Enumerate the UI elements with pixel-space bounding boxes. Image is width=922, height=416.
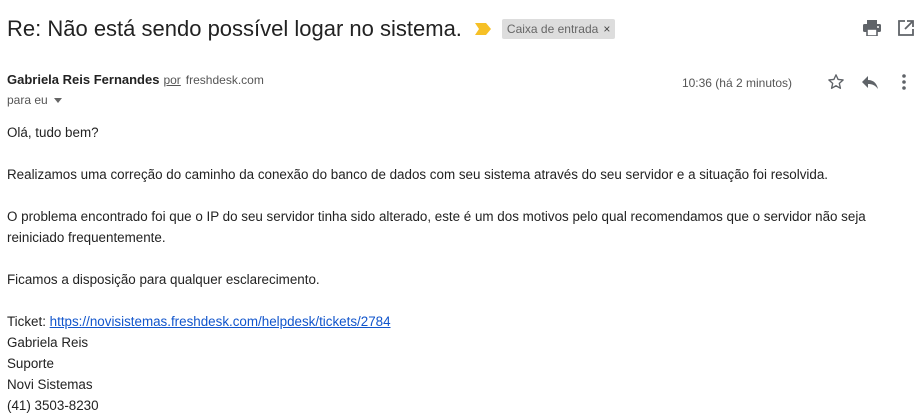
label-chip-inbox[interactable]: Caixa de entrada ×	[501, 19, 616, 39]
importance-marker-icon[interactable]	[474, 22, 492, 36]
body-paragraph: O problema encontrado foi que o IP do se…	[7, 209, 866, 245]
email-subject: Re: Não está sendo possível logar no sis…	[7, 16, 462, 41]
subject-row: Re: Não está sendo possível logar no sis…	[7, 14, 616, 44]
recipient-details-toggle[interactable]: para eu	[7, 93, 62, 107]
message-timestamp: 10:36 (há 2 minutos)	[681, 75, 792, 90]
ticket-label: Ticket:	[7, 314, 50, 329]
print-icon[interactable]	[862, 18, 882, 38]
body-greeting: Olá, tudo bem?	[7, 125, 99, 140]
signature-line: Gabriela Reis	[7, 335, 89, 350]
message-body: Olá, tudo bem? Realizamos uma correção d…	[7, 122, 915, 416]
ticket-link[interactable]: https://novisistemas.freshdesk.com/helpd…	[50, 314, 391, 329]
label-chip-text: Caixa de entrada	[506, 22, 599, 36]
chevron-down-icon[interactable]	[53, 97, 62, 103]
email-view: Re: Não está sendo possível logar no sis…	[0, 0, 922, 416]
signature-line: Novi Sistemas	[7, 377, 93, 392]
ticket-line: Ticket: https://novisistemas.freshdesk.c…	[7, 311, 915, 332]
via-domain: freshdesk.com	[185, 73, 264, 87]
thread-actions	[862, 18, 916, 38]
signature-line: Suporte	[7, 356, 54, 371]
via-label[interactable]: por	[163, 73, 180, 87]
message-meta: 10:36 (há 2 minutos)	[682, 72, 914, 92]
star-icon[interactable]	[826, 72, 846, 92]
recipient-text: para eu	[7, 93, 48, 107]
sender-info: Gabriela Reis Fernandes por freshdesk.co…	[7, 72, 264, 87]
label-remove-button[interactable]: ×	[603, 22, 610, 36]
body-paragraph: Realizamos uma correção do caminho da co…	[7, 167, 829, 182]
reply-icon[interactable]	[860, 72, 880, 92]
signature-line: (41) 3503-8230	[7, 398, 99, 413]
more-vert-icon[interactable]	[894, 72, 914, 92]
body-paragraph: Ficamos a disposição para qualquer escla…	[7, 272, 320, 287]
sender-name[interactable]: Gabriela Reis Fernandes	[7, 72, 159, 87]
open-in-new-window-icon[interactable]	[896, 18, 916, 38]
